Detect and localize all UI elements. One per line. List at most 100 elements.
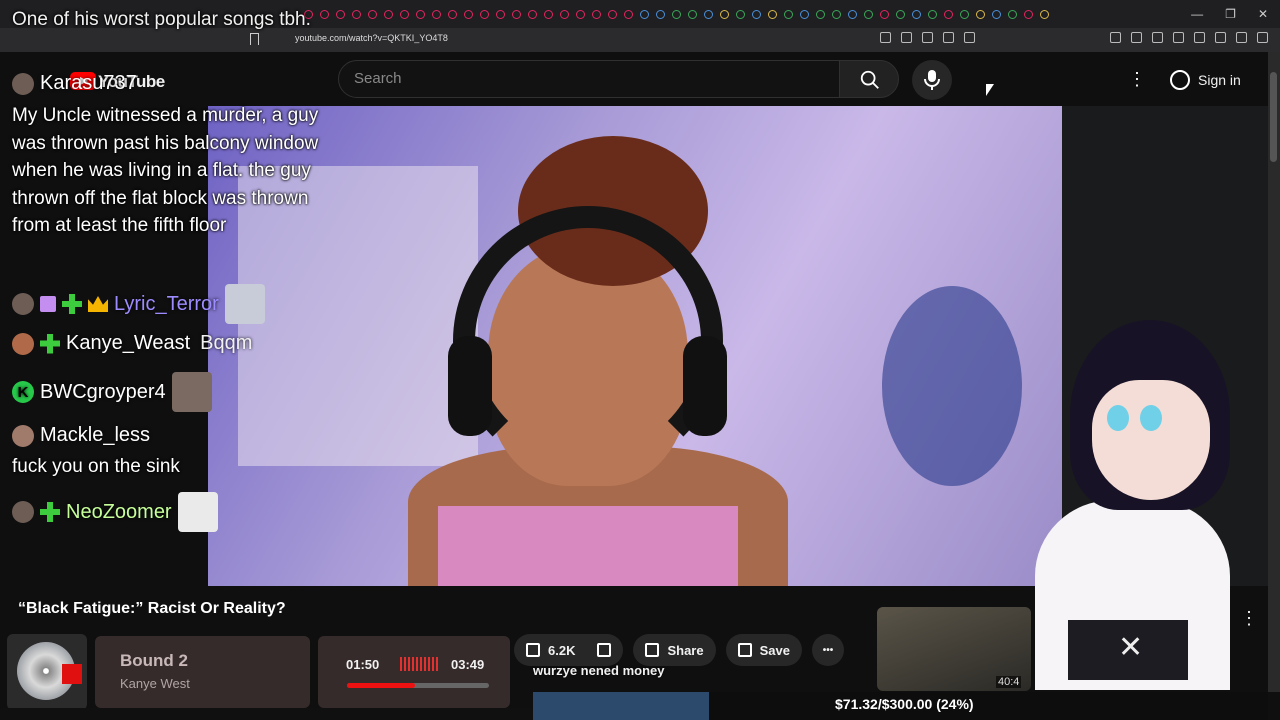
close-icon[interactable]: ✕ (1258, 7, 1268, 21)
tab-icon[interactable] (927, 9, 937, 19)
chat-username: BWCgroyper4 (40, 380, 166, 403)
tab-icon[interactable] (431, 9, 441, 19)
tab-icon[interactable] (623, 9, 633, 19)
tab-icon[interactable] (447, 9, 457, 19)
address-actions (880, 32, 975, 43)
tab-icon[interactable] (703, 9, 713, 19)
cast-icon[interactable] (880, 32, 891, 43)
like-button[interactable]: 6.2K (514, 634, 624, 666)
tab-icon[interactable] (991, 9, 1001, 19)
voice-search-button[interactable] (912, 60, 952, 100)
tab-icon[interactable] (783, 9, 793, 19)
chat-message-text: fuck you on the sink (12, 456, 180, 477)
tab-icon[interactable] (687, 9, 697, 19)
tab-icon[interactable] (319, 9, 329, 19)
tab-icon[interactable] (639, 9, 649, 19)
tab-icon[interactable] (959, 9, 969, 19)
video-player[interactable] (208, 106, 1062, 586)
youtube-masthead: YouTube Search ⋮ Sign in (0, 52, 1268, 106)
tab-icon[interactable] (1039, 9, 1049, 19)
extension-icon[interactable] (1131, 32, 1142, 43)
thumbs-down-icon[interactable] (597, 643, 612, 657)
settings-menu-icon[interactable]: ⋮ (1128, 69, 1146, 90)
tab-icon[interactable] (943, 9, 953, 19)
current-time: 01:50 (346, 657, 380, 672)
tab-icon[interactable] (751, 9, 761, 19)
headphone-cup-right (683, 336, 727, 436)
tab-icon[interactable] (335, 9, 345, 19)
scroll-thumb[interactable] (1270, 72, 1277, 162)
music-icon[interactable] (1173, 32, 1184, 43)
emote-image (171, 372, 212, 412)
sign-in-button[interactable]: Sign in (1170, 70, 1241, 90)
avatar (12, 293, 34, 315)
chat-message-text: My Uncle witnessed a murder, a guy was t… (12, 105, 319, 236)
tab-icon[interactable] (591, 9, 601, 19)
share-icon[interactable] (922, 32, 933, 43)
tab-icon[interactable] (719, 9, 729, 19)
more-actions-button[interactable]: ••• (811, 634, 844, 666)
minimize-icon[interactable]: — (1191, 7, 1203, 21)
tab-icon[interactable] (495, 9, 505, 19)
tab-icon[interactable] (607, 9, 617, 19)
chat-user-row: Lyric_Terror (12, 284, 265, 324)
search-icon (860, 70, 879, 89)
tab-icon[interactable] (511, 9, 521, 19)
tab-icon[interactable] (863, 9, 873, 19)
search-input[interactable]: Search (338, 60, 840, 98)
tab-icon[interactable] (831, 9, 841, 19)
tab-icon[interactable] (799, 9, 809, 19)
tab-icon[interactable] (1007, 9, 1017, 19)
tab-icon[interactable] (543, 9, 553, 19)
wallet-icon[interactable] (1215, 32, 1226, 43)
tab-icon[interactable] (463, 9, 473, 19)
tab-icon[interactable] (671, 9, 681, 19)
restore-icon[interactable]: ❐ (1225, 7, 1236, 21)
tab-icon[interactable] (527, 9, 537, 19)
tab-icon[interactable] (575, 9, 585, 19)
search-button[interactable] (839, 60, 899, 98)
chat-user-row: NeoZoomer (12, 492, 218, 532)
zoom-icon[interactable] (901, 32, 912, 43)
brave-shield-icon[interactable] (943, 32, 954, 43)
tab-icon[interactable] (879, 9, 889, 19)
extension-icon[interactable] (1110, 32, 1121, 43)
tab-icon[interactable] (351, 9, 361, 19)
save-button[interactable]: Save (725, 634, 802, 666)
tab-icon[interactable] (847, 9, 857, 19)
sidebar-icon[interactable] (1194, 32, 1205, 43)
emote-image (224, 284, 265, 324)
tab-icon[interactable] (415, 9, 425, 19)
tab-icon[interactable] (735, 9, 745, 19)
tab-icon[interactable] (655, 9, 665, 19)
vpn-icon[interactable] (1236, 32, 1247, 43)
tab-icon[interactable] (767, 9, 777, 19)
bookmark-icon[interactable] (250, 33, 259, 45)
tab-icon[interactable] (911, 9, 921, 19)
tab-icon[interactable] (479, 9, 489, 19)
menu-icon[interactable] (1257, 32, 1268, 43)
share-label: Share (667, 642, 704, 658)
extension-icon[interactable] (1152, 32, 1163, 43)
chat-user-row: Kanye_Weast Bqqm (12, 332, 252, 355)
tab-icon[interactable] (383, 9, 393, 19)
video-actions: 6.2K Share Save ••• (514, 634, 844, 666)
playback-progress-bar (347, 683, 489, 688)
vtuber-lacing-icon: ✕ (1118, 631, 1144, 664)
tab-icon[interactable] (815, 9, 825, 19)
share-button[interactable]: Share (633, 634, 716, 666)
more-horizontal-icon: ••• (822, 644, 834, 656)
tab-icon[interactable] (399, 9, 409, 19)
page-scrollbar[interactable] (1268, 52, 1280, 692)
tab-icon[interactable] (895, 9, 905, 19)
tab-icon[interactable] (559, 9, 569, 19)
playback-progress-fill (347, 683, 416, 688)
tab-icon[interactable] (975, 9, 985, 19)
tab-icon[interactable] (367, 9, 377, 19)
rewards-icon[interactable] (964, 32, 975, 43)
overlay-highlight-message: One of his worst popular songs tbh. (12, 9, 311, 30)
url-field[interactable]: youtube.com/watch?v=QKTKI_YO4T8 (295, 33, 448, 43)
total-time: 03:49 (451, 657, 485, 672)
tab-icon[interactable] (1023, 9, 1033, 19)
related-more-icon[interactable]: ⋮ (1240, 608, 1258, 629)
